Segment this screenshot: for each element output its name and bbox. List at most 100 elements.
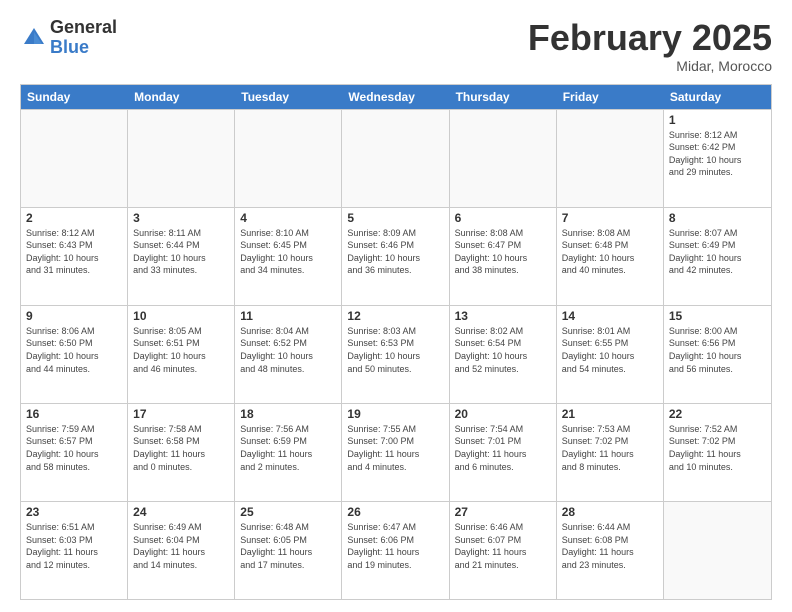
day-number: 27 xyxy=(455,505,551,519)
logo-general-text: General xyxy=(50,18,117,38)
calendar-cell xyxy=(664,502,771,599)
location-subtitle: Midar, Morocco xyxy=(528,58,772,74)
day-number: 28 xyxy=(562,505,658,519)
logo: General Blue xyxy=(20,18,117,58)
day-info: Sunrise: 8:07 AM Sunset: 6:49 PM Dayligh… xyxy=(669,227,766,277)
day-info: Sunrise: 8:12 AM Sunset: 6:42 PM Dayligh… xyxy=(669,129,766,179)
day-number: 6 xyxy=(455,211,551,225)
calendar-cell: 28Sunrise: 6:44 AM Sunset: 6:08 PM Dayli… xyxy=(557,502,664,599)
calendar-cell: 6 Sunrise: 8:08 AM Sunset: 6:47 PM Daylig… xyxy=(450,208,557,305)
calendar-cell: 9 Sunrise: 8:06 AM Sunset: 6:50 PM Daylig… xyxy=(21,306,128,403)
day-info: Sunrise: 7:54 AM Sunset: 7:01 PM Dayligh… xyxy=(455,423,551,473)
day-number: 26 xyxy=(347,505,443,519)
calendar-cell: 23 Sunrise: 6:51 AM Sunset: 6:03 PM Dayli… xyxy=(21,502,128,599)
calendar-cell xyxy=(21,110,128,207)
day-number: 5 xyxy=(347,211,443,225)
calendar-cell: 8 Sunrise: 8:07 AM Sunset: 6:49 PM Daylig… xyxy=(664,208,771,305)
day-info: Sunrise: 8:04 AM Sunset: 6:52 PM Dayligh… xyxy=(240,325,336,375)
calendar: SundayMondayTuesdayWednesdayThursdayFrid… xyxy=(20,84,772,600)
day-number: 13 xyxy=(455,309,551,323)
day-info: Sunrise: 8:12 AM Sunset: 6:43 PM Dayligh… xyxy=(26,227,122,277)
day-info: Sunrise: 6:49 AM Sunset: 6:04 PM Dayligh… xyxy=(133,521,229,571)
day-number: 21 xyxy=(562,407,658,421)
calendar-header: SundayMondayTuesdayWednesdayThursdayFrid… xyxy=(21,85,771,109)
calendar-cell: 19 Sunrise: 7:55 AM Sunset: 7:00 PM Dayli… xyxy=(342,404,449,501)
calendar-cell: 22Sunrise: 7:52 AM Sunset: 7:02 PM Dayli… xyxy=(664,404,771,501)
calendar-cell: 20 Sunrise: 7:54 AM Sunset: 7:01 PM Dayli… xyxy=(450,404,557,501)
day-number: 14 xyxy=(562,309,658,323)
calendar-cell: 12 Sunrise: 8:03 AM Sunset: 6:53 PM Dayli… xyxy=(342,306,449,403)
calendar-cell: 1 Sunrise: 8:12 AM Sunset: 6:42 PM Daylig… xyxy=(664,110,771,207)
day-number: 9 xyxy=(26,309,122,323)
day-info: Sunrise: 8:10 AM Sunset: 6:45 PM Dayligh… xyxy=(240,227,336,277)
day-info: Sunrise: 7:55 AM Sunset: 7:00 PM Dayligh… xyxy=(347,423,443,473)
calendar-cell xyxy=(342,110,449,207)
day-number: 11 xyxy=(240,309,336,323)
calendar-cell: 2 Sunrise: 8:12 AM Sunset: 6:43 PM Daylig… xyxy=(21,208,128,305)
day-number: 1 xyxy=(669,113,766,127)
day-number: 17 xyxy=(133,407,229,421)
day-info: Sunrise: 7:56 AM Sunset: 6:59 PM Dayligh… xyxy=(240,423,336,473)
calendar-cell: 21 Sunrise: 7:53 AM Sunset: 7:02 PM Dayli… xyxy=(557,404,664,501)
calendar-cell: 15 Sunrise: 8:00 AM Sunset: 6:56 PM Dayli… xyxy=(664,306,771,403)
day-info: Sunrise: 8:00 AM Sunset: 6:56 PM Dayligh… xyxy=(669,325,766,375)
day-number: 2 xyxy=(26,211,122,225)
calendar-cell: 24 Sunrise: 6:49 AM Sunset: 6:04 PM Dayli… xyxy=(128,502,235,599)
day-number: 24 xyxy=(133,505,229,519)
title-block: February 2025 Midar, Morocco xyxy=(528,18,772,74)
header-day-monday: Monday xyxy=(128,85,235,109)
calendar-row-1: 2 Sunrise: 8:12 AM Sunset: 6:43 PM Daylig… xyxy=(21,207,771,305)
day-info: Sunrise: 8:06 AM Sunset: 6:50 PM Dayligh… xyxy=(26,325,122,375)
header-day-sunday: Sunday xyxy=(21,85,128,109)
day-info: Sunrise: 6:47 AM Sunset: 6:06 PM Dayligh… xyxy=(347,521,443,571)
day-info: Sunrise: 6:51 AM Sunset: 6:03 PM Dayligh… xyxy=(26,521,122,571)
calendar-cell: 13 Sunrise: 8:02 AM Sunset: 6:54 PM Dayli… xyxy=(450,306,557,403)
day-info: Sunrise: 7:53 AM Sunset: 7:02 PM Dayligh… xyxy=(562,423,658,473)
day-info: Sunrise: 8:08 AM Sunset: 6:48 PM Dayligh… xyxy=(562,227,658,277)
header-day-wednesday: Wednesday xyxy=(342,85,449,109)
day-number: 20 xyxy=(455,407,551,421)
header-day-tuesday: Tuesday xyxy=(235,85,342,109)
day-number: 3 xyxy=(133,211,229,225)
calendar-row-4: 23 Sunrise: 6:51 AM Sunset: 6:03 PM Dayli… xyxy=(21,501,771,599)
day-info: Sunrise: 7:58 AM Sunset: 6:58 PM Dayligh… xyxy=(133,423,229,473)
header-day-friday: Friday xyxy=(557,85,664,109)
day-info: Sunrise: 8:02 AM Sunset: 6:54 PM Dayligh… xyxy=(455,325,551,375)
day-info: Sunrise: 8:03 AM Sunset: 6:53 PM Dayligh… xyxy=(347,325,443,375)
calendar-row-2: 9 Sunrise: 8:06 AM Sunset: 6:50 PM Daylig… xyxy=(21,305,771,403)
day-info: Sunrise: 8:11 AM Sunset: 6:44 PM Dayligh… xyxy=(133,227,229,277)
calendar-body: 1 Sunrise: 8:12 AM Sunset: 6:42 PM Daylig… xyxy=(21,109,771,599)
day-info: Sunrise: 8:09 AM Sunset: 6:46 PM Dayligh… xyxy=(347,227,443,277)
logo-text: General Blue xyxy=(50,18,117,58)
day-info: Sunrise: 7:52 AM Sunset: 7:02 PM Dayligh… xyxy=(669,423,766,473)
day-info: Sunrise: 6:48 AM Sunset: 6:05 PM Dayligh… xyxy=(240,521,336,571)
day-info: Sunrise: 8:01 AM Sunset: 6:55 PM Dayligh… xyxy=(562,325,658,375)
day-number: 16 xyxy=(26,407,122,421)
day-info: Sunrise: 7:59 AM Sunset: 6:57 PM Dayligh… xyxy=(26,423,122,473)
calendar-cell xyxy=(235,110,342,207)
logo-icon xyxy=(20,24,48,52)
day-number: 12 xyxy=(347,309,443,323)
header: General Blue February 2025 Midar, Morocc… xyxy=(20,18,772,74)
calendar-cell: 3 Sunrise: 8:11 AM Sunset: 6:44 PM Daylig… xyxy=(128,208,235,305)
day-info: Sunrise: 8:05 AM Sunset: 6:51 PM Dayligh… xyxy=(133,325,229,375)
day-number: 19 xyxy=(347,407,443,421)
day-number: 23 xyxy=(26,505,122,519)
calendar-cell: 10Sunrise: 8:05 AM Sunset: 6:51 PM Dayli… xyxy=(128,306,235,403)
day-number: 25 xyxy=(240,505,336,519)
calendar-cell: 17 Sunrise: 7:58 AM Sunset: 6:58 PM Dayli… xyxy=(128,404,235,501)
calendar-cell: 26 Sunrise: 6:47 AM Sunset: 6:06 PM Dayli… xyxy=(342,502,449,599)
day-number: 4 xyxy=(240,211,336,225)
day-number: 15 xyxy=(669,309,766,323)
calendar-cell: 11 Sunrise: 8:04 AM Sunset: 6:52 PM Dayli… xyxy=(235,306,342,403)
calendar-cell: 16 Sunrise: 7:59 AM Sunset: 6:57 PM Dayli… xyxy=(21,404,128,501)
calendar-cell: 14 Sunrise: 8:01 AM Sunset: 6:55 PM Dayli… xyxy=(557,306,664,403)
day-number: 18 xyxy=(240,407,336,421)
calendar-row-0: 1 Sunrise: 8:12 AM Sunset: 6:42 PM Daylig… xyxy=(21,109,771,207)
calendar-cell xyxy=(557,110,664,207)
header-day-thursday: Thursday xyxy=(450,85,557,109)
day-number: 8 xyxy=(669,211,766,225)
day-info: Sunrise: 8:08 AM Sunset: 6:47 PM Dayligh… xyxy=(455,227,551,277)
calendar-cell: 4 Sunrise: 8:10 AM Sunset: 6:45 PM Daylig… xyxy=(235,208,342,305)
calendar-cell xyxy=(450,110,557,207)
